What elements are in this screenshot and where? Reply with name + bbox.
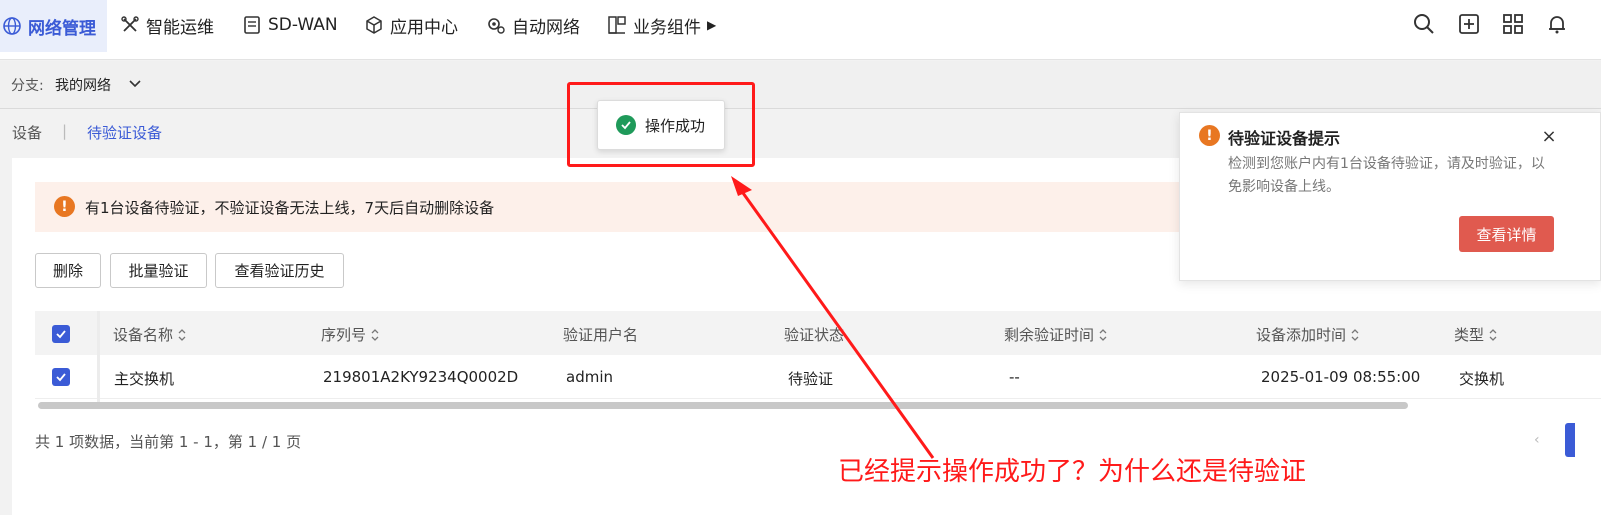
- nav-label: 应用中心: [390, 17, 458, 38]
- column-header: 验证用户名: [563, 326, 639, 344]
- nav-app-center[interactable]: 应用中心: [364, 0, 458, 50]
- nav-label: SD-WAN: [268, 15, 338, 35]
- breadcrumb-separator: |: [62, 122, 68, 140]
- success-toast: 操作成功: [597, 100, 725, 150]
- warning-icon: !: [1199, 125, 1220, 146]
- nav-label: 网络管理: [28, 18, 96, 39]
- tab-pending-devices[interactable]: 待验证设备: [87, 122, 162, 143]
- sort-icon[interactable]: [1098, 328, 1108, 342]
- status-cell: 待验证: [788, 370, 834, 388]
- sort-icon[interactable]: [177, 328, 187, 342]
- close-icon[interactable]: ×: [1540, 126, 1558, 147]
- clipboard-icon: [242, 15, 262, 35]
- grid-icon[interactable]: [1501, 12, 1525, 36]
- nav-label: 业务组件: [633, 17, 701, 38]
- nav-network-management[interactable]: 网络管理: [0, 0, 107, 52]
- notification-body: 检测到您账户内有1台设备待验证，请及时验证，以免影响设备上线。: [1228, 156, 1545, 195]
- nav-auto-network[interactable]: 自动网络: [486, 0, 580, 50]
- globe-icon: [2, 16, 22, 36]
- search-icon[interactable]: [1412, 12, 1436, 36]
- top-navigation: 网络管理 智能运维 SD-WAN 应用中心 自动网络 业务组件 ▶: [0, 0, 1601, 60]
- batch-verify-button[interactable]: 批量验证: [110, 253, 207, 288]
- serial-cell: 219801A2KY9234Q0002D: [323, 368, 519, 386]
- username-cell: admin: [566, 368, 613, 386]
- column-header[interactable]: 设备添加时间: [1256, 324, 1360, 345]
- check-circle-icon: [616, 115, 636, 135]
- chevron-down-icon[interactable]: [128, 77, 142, 91]
- horizontal-scrollbar[interactable]: [38, 402, 1408, 409]
- row-checkbox[interactable]: [52, 368, 70, 386]
- tab-devices[interactable]: 设备: [12, 122, 42, 143]
- branch-selector[interactable]: 我的网络: [55, 75, 111, 95]
- column-header: 验证状态: [784, 326, 845, 344]
- nav-business-components[interactable]: 业务组件 ▶: [607, 0, 716, 50]
- page-button[interactable]: [1565, 423, 1575, 457]
- column-header[interactable]: 剩余验证时间: [1004, 324, 1108, 345]
- branch-label: 分支:: [11, 78, 44, 94]
- type-cell: 交换机: [1459, 370, 1505, 388]
- branch-bar: 分支: 我的网络: [0, 61, 1601, 109]
- alert-text: 有1台设备待验证，不验证设备无法上线，7天后自动删除设备: [85, 199, 495, 217]
- device-name-cell: 主交换机: [114, 370, 175, 388]
- column-header[interactable]: 设备名称: [113, 324, 187, 345]
- bell-icon[interactable]: [1545, 12, 1569, 36]
- sort-icon[interactable]: [370, 328, 380, 342]
- prev-page-button[interactable]: ‹: [1534, 432, 1540, 448]
- nav-label: 智能运维: [146, 17, 214, 38]
- add-icon[interactable]: [1457, 12, 1481, 36]
- column-header[interactable]: 序列号: [321, 324, 380, 345]
- nav-sd-wan[interactable]: SD-WAN: [242, 0, 338, 50]
- select-all-checkbox[interactable]: [52, 325, 70, 343]
- view-history-button[interactable]: 查看验证历史: [215, 253, 344, 288]
- toast-text: 操作成功: [645, 117, 706, 135]
- table-header: 设备名称 序列号 验证用户名 验证状态 剩余验证时间 设备添加时间 类型: [35, 311, 1601, 355]
- blocks-icon: [607, 15, 627, 35]
- column-divider: [97, 311, 100, 409]
- pending-alert: ! 有1台设备待验证，不验证设备无法上线，7天后自动删除设备: [35, 182, 1215, 232]
- table-row[interactable]: 主交换机 219801A2KY9234Q0002D admin 待验证 -- 2…: [35, 355, 1601, 399]
- sort-icon[interactable]: [1488, 328, 1498, 342]
- caret-right-icon: ▶: [707, 18, 717, 32]
- tools-icon: [120, 15, 140, 35]
- delete-button[interactable]: 删除: [35, 253, 101, 288]
- warning-icon: !: [54, 196, 75, 217]
- nav-label: 自动网络: [512, 17, 580, 38]
- pending-notification: ! 待验证设备提示 × 检测到您账户内有1台设备待验证，请及时验证，以免影响设备…: [1179, 112, 1601, 281]
- remaining-time-cell: --: [1009, 368, 1020, 386]
- sort-icon[interactable]: [1350, 328, 1360, 342]
- nav-smart-ops[interactable]: 智能运维: [120, 0, 214, 50]
- notification-title: 待验证设备提示: [1228, 129, 1341, 148]
- cube-icon: [364, 15, 384, 35]
- gears-icon: [486, 15, 506, 35]
- pagination-summary: 共 1 项数据，当前第 1 - 1，第 1 / 1 页: [35, 433, 302, 451]
- column-header[interactable]: 类型: [1454, 324, 1498, 345]
- added-time-cell: 2025-01-09 08:55:00: [1261, 368, 1421, 386]
- view-details-button[interactable]: 查看详情: [1459, 216, 1554, 252]
- annotation-text: 已经提示操作成功了？为什么还是待验证: [838, 457, 1307, 487]
